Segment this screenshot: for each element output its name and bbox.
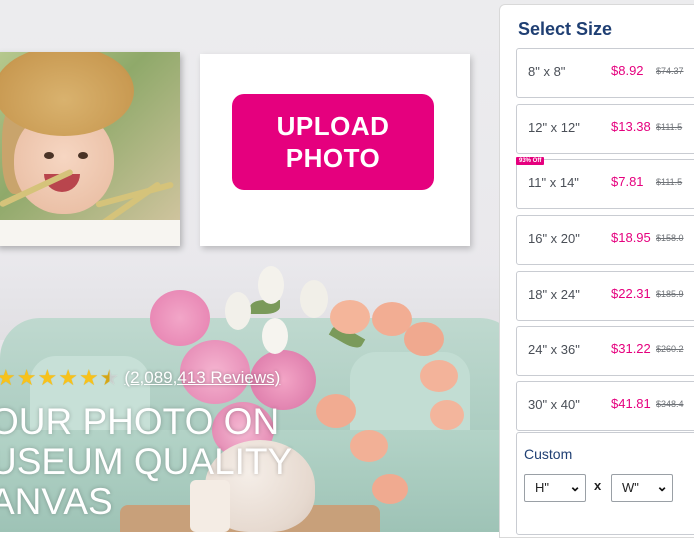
star-icon: ★ bbox=[16, 365, 37, 390]
sale-price: $41.81 bbox=[611, 396, 651, 411]
size-option-12x12[interactable]: 12" x 12" $13.38 $111.5 bbox=[516, 104, 694, 154]
orchid-flower bbox=[430, 400, 464, 430]
original-price: $185.9 bbox=[656, 289, 684, 299]
panel-title: Select Size bbox=[518, 19, 613, 39]
orchid-flower bbox=[404, 322, 444, 356]
size-option-18x24[interactable]: 18" x 24" $22.31 $185.9 bbox=[516, 271, 694, 321]
tulip-flower bbox=[262, 318, 288, 354]
star-icon: ★ bbox=[58, 365, 78, 390]
headline-line-3: ANVAS bbox=[0, 481, 113, 522]
chevron-down-icon: ⌄ bbox=[656, 478, 668, 494]
headline-line-2: USEUM QUALITY bbox=[0, 441, 293, 482]
orchid-flower bbox=[350, 430, 388, 462]
size-label: 18" x 24" bbox=[528, 287, 580, 302]
shirt bbox=[0, 220, 180, 246]
orchid-flower bbox=[316, 394, 356, 428]
size-panel: Select Size 8" x 8" $8.92 $74.37 12" x 1… bbox=[499, 4, 694, 538]
upload-button-line2: PHOTO bbox=[285, 143, 381, 173]
sale-price: $31.22 bbox=[611, 341, 651, 356]
tulip-flower bbox=[225, 292, 251, 330]
original-price: $74.37 bbox=[656, 66, 684, 76]
tulip-flower bbox=[300, 280, 328, 318]
original-price: $260.2 bbox=[656, 344, 684, 354]
upload-canvas: UPLOAD PHOTO bbox=[200, 54, 470, 246]
headline-line-1: OUR PHOTO ON bbox=[0, 401, 280, 442]
width-value: W" bbox=[622, 480, 639, 495]
size-label: 24" x 36" bbox=[528, 342, 580, 357]
sale-price: $13.38 bbox=[611, 119, 651, 134]
sale-price: $18.95 bbox=[611, 230, 651, 245]
eye bbox=[44, 152, 54, 159]
rating-row: ★ ★ ★ ★ ★ ★ (2,089,413 Reviews) bbox=[0, 366, 280, 390]
page-headline: OUR PHOTO ON USEUM QUALITY ANVAS bbox=[0, 402, 292, 522]
size-option-8x8[interactable]: 8" x 8" $8.92 $74.37 bbox=[516, 48, 694, 98]
original-price: $111.5 bbox=[656, 122, 683, 132]
size-label: 12" x 12" bbox=[528, 120, 580, 135]
custom-title: Custom bbox=[524, 446, 573, 462]
original-price: $111.5 bbox=[656, 177, 683, 187]
height-value: H" bbox=[535, 480, 550, 495]
upload-photo-button[interactable]: UPLOAD PHOTO bbox=[232, 94, 434, 190]
size-option-16x20[interactable]: 16" x 20" $18.95 $158.0 bbox=[516, 215, 694, 265]
peony-flower bbox=[150, 290, 210, 346]
upload-button-line1: UPLOAD bbox=[276, 111, 390, 141]
size-label: 11" x 14" bbox=[528, 175, 579, 190]
star-icon: ★ bbox=[37, 365, 58, 390]
straw-hat bbox=[0, 52, 134, 136]
star-icon: ★ bbox=[78, 365, 99, 390]
star-icon: ★ bbox=[0, 365, 16, 390]
sale-price: $8.92 bbox=[611, 63, 644, 78]
discount-badge: 93% Off bbox=[516, 157, 545, 165]
size-label: 8" x 8" bbox=[528, 64, 566, 79]
custom-size-box: Custom H" ⌄ x W" ⌄ bbox=[516, 432, 694, 535]
height-select[interactable]: H" ⌄ bbox=[524, 474, 586, 502]
sample-photo-canvas bbox=[0, 52, 180, 246]
size-option-30x40[interactable]: 30" x 40" $41.81 $348.4 bbox=[516, 381, 694, 431]
size-label: 30" x 40" bbox=[528, 397, 580, 412]
orchid-flower bbox=[420, 360, 458, 392]
half-star-icon: ★ bbox=[99, 365, 120, 390]
original-price: $158.0 bbox=[656, 233, 684, 243]
reviews-link[interactable]: (2,089,413 Reviews) bbox=[124, 368, 280, 388]
width-select[interactable]: W" ⌄ bbox=[611, 474, 673, 502]
sale-price: $7.81 bbox=[611, 174, 644, 189]
tulip-flower bbox=[258, 266, 284, 304]
original-price: $348.4 bbox=[656, 399, 684, 409]
chevron-down-icon: ⌄ bbox=[569, 478, 581, 494]
orchid-flower bbox=[372, 474, 408, 504]
size-option-24x36[interactable]: 24" x 36" $31.22 $260.2 bbox=[516, 326, 694, 376]
size-label: 16" x 20" bbox=[528, 231, 580, 246]
size-option-11x14[interactable]: 11" x 14" $7.81 $111.5 bbox=[516, 159, 694, 209]
sale-price: $22.31 bbox=[611, 286, 651, 301]
orchid-flower bbox=[330, 300, 370, 334]
dimension-separator: x bbox=[594, 478, 602, 493]
eye bbox=[78, 152, 88, 159]
